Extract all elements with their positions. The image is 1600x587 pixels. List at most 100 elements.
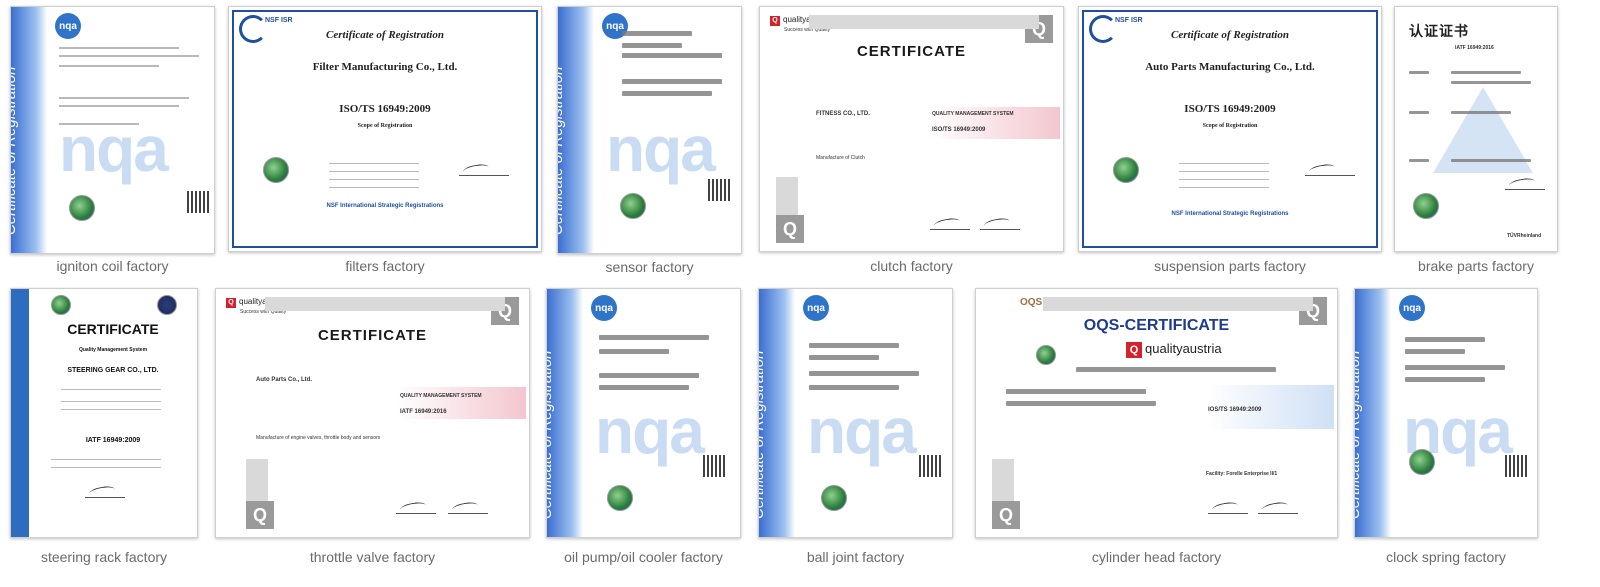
scope: Manufacture of Clutch (816, 155, 865, 161)
certificate-caption: cylinder head factory (1091, 549, 1222, 565)
text-line (1179, 187, 1269, 188)
accreditation-seal (607, 485, 633, 511)
certificate-card[interactable]: CERTIFICATE Quality Management System ST… (10, 288, 198, 573)
q-corner-icon: Q (246, 501, 274, 529)
brand-name: qualityaustria (1145, 341, 1222, 356)
company-name: STEERING GEAR CO., LTD. (67, 367, 159, 374)
system: Quality Management System (78, 347, 148, 353)
certificate-band (11, 289, 29, 537)
text-line (809, 343, 899, 348)
accreditation-seal (821, 485, 847, 511)
text-line (59, 47, 179, 49)
certificate-image[interactable]: Certificate of Registration nqa nqa (10, 6, 215, 254)
text-line (809, 371, 919, 376)
certificate-image[interactable]: Certificate of Registration nqa nqa (758, 288, 953, 538)
band-text: Certificate of Registration (1354, 350, 1363, 519)
signature (1208, 501, 1248, 514)
decor-bar (809, 15, 1039, 29)
text-line (1409, 111, 1429, 114)
band-text: Certificate of Registration (557, 66, 566, 235)
certificate-card[interactable]: Qqualityaustria Success with Quality Q C… (759, 6, 1064, 286)
nsf-logo-text: NSF ISR (1115, 17, 1143, 24)
certificate-image[interactable]: Qqualityaustria Success with Quality Q C… (759, 6, 1064, 252)
standard: ISO/TS 16949:2009 (339, 103, 431, 115)
qr-code (703, 455, 725, 477)
signature (448, 501, 488, 514)
certificate-image[interactable]: Certificate of Registration nqa nqa (546, 288, 741, 538)
signature (85, 485, 125, 498)
nqa-logo: nqa (803, 295, 829, 321)
text-line (622, 43, 682, 48)
certificate-caption: igniton coil factory (56, 258, 169, 274)
standard: ISO/TS 16949:2009 (1184, 103, 1276, 115)
text-line (1076, 367, 1276, 372)
certificate-card[interactable]: 认证证书 IATF 16949:2016 TÜVRheinland brake … (1394, 6, 1558, 286)
certificate-card[interactable]: OQS Q OQS-CERTIFICATE Qqualityaustria IO… (975, 288, 1338, 573)
band-text: Certificate of Registration (546, 350, 555, 519)
certificate-caption: clock spring factory (1386, 549, 1506, 565)
quality-austria-logo: Qqualityaustria (1126, 341, 1222, 358)
text-line (1405, 377, 1485, 382)
text-line (599, 373, 699, 378)
certificate-card[interactable]: Certificate of Registration nqa nqa sens… (557, 6, 742, 286)
text-line (809, 355, 879, 360)
certificate-card[interactable]: Certificate of Registration nqa nqa oil … (546, 288, 741, 573)
text-line (809, 385, 899, 390)
certificate-card[interactable]: Qqualityaustria Success with Quality Q C… (215, 288, 530, 573)
accreditation-seal (51, 295, 71, 315)
text-line (599, 385, 689, 390)
certificate-caption: throttle valve factory (309, 549, 436, 565)
text-line (1405, 365, 1505, 370)
text-line (329, 179, 419, 180)
certificate-title: 认证证书 (1409, 23, 1469, 39)
accreditation-seal (620, 193, 646, 219)
certificate-card[interactable]: Certificate of Registration nqa nqa cloc… (1354, 288, 1538, 573)
certificate-image[interactable]: Qqualityaustria Success with Quality Q C… (215, 288, 530, 538)
standard: IATF 16949:2016 (1455, 45, 1494, 51)
q-logo-icon: Q (770, 16, 780, 26)
text-line (622, 53, 722, 58)
text-line (1405, 337, 1485, 342)
facility: Facility: Forelle Enterprise II/1 (1206, 471, 1278, 477)
text-line (1451, 71, 1521, 74)
text-line (329, 163, 419, 164)
certificate-caption: suspension parts factory (1154, 258, 1306, 274)
accreditation-seal (1413, 193, 1439, 219)
signature (459, 163, 509, 176)
certificate-image[interactable]: Certificate of Registration nqa nqa (557, 6, 742, 254)
certificate-image[interactable]: CERTIFICATE Quality Management System ST… (10, 288, 198, 538)
certificate-title: CERTIFICATE (317, 327, 428, 344)
nqa-logo: nqa (1399, 295, 1425, 321)
accreditation-seal (263, 157, 289, 183)
certificate-image[interactable]: Certificate of Registration nqa nqa (1354, 288, 1538, 538)
certificate-image[interactable]: 认证证书 IATF 16949:2016 TÜVRheinland (1394, 6, 1558, 252)
certificate-card[interactable]: Certificate of Registration nqa nqa igni… (10, 6, 215, 286)
certifier-logo-icon (157, 295, 177, 315)
issuer-name: NSF International Strategic Registration… (326, 203, 444, 209)
q-corner-icon: Q (992, 501, 1020, 529)
certificate-title: CERTIFICATE (856, 43, 967, 60)
certificate-band: Certificate of Registration (1355, 289, 1391, 537)
certificate-card[interactable]: NSF ISR Certificate of Registration Filt… (228, 6, 542, 286)
text-line (59, 123, 139, 125)
text-line (51, 459, 161, 460)
signature (930, 217, 970, 230)
text-line (1006, 389, 1146, 394)
text-line (61, 389, 161, 390)
certificate-image[interactable]: NSF ISR Certificate of Registration Filt… (228, 6, 542, 252)
text-line (59, 105, 179, 107)
certificate-card[interactable]: Certificate of Registration nqa nqa ball… (758, 288, 953, 573)
certificate-image[interactable]: OQS Q OQS-CERTIFICATE Qqualityaustria IO… (975, 288, 1338, 538)
qr-code (708, 179, 730, 201)
decor-bar (265, 297, 505, 311)
standard: ISO/TS 16949:2009 (932, 127, 986, 133)
certificate-title: Certificate of Registration (326, 29, 444, 41)
text-line (61, 401, 161, 402)
certificate-image[interactable]: NSF ISR Certificate of Registration Auto… (1078, 6, 1382, 252)
watermark: nqa (595, 395, 705, 467)
certificate-caption: oil pump/oil cooler factory (564, 549, 723, 565)
issuer-name: NSF International Strategic Registration… (1171, 211, 1289, 217)
q-corner-icon: Q (776, 215, 804, 243)
nqa-logo: nqa (591, 295, 617, 321)
certificate-card[interactable]: NSF ISR Certificate of Registration Auto… (1078, 6, 1382, 286)
